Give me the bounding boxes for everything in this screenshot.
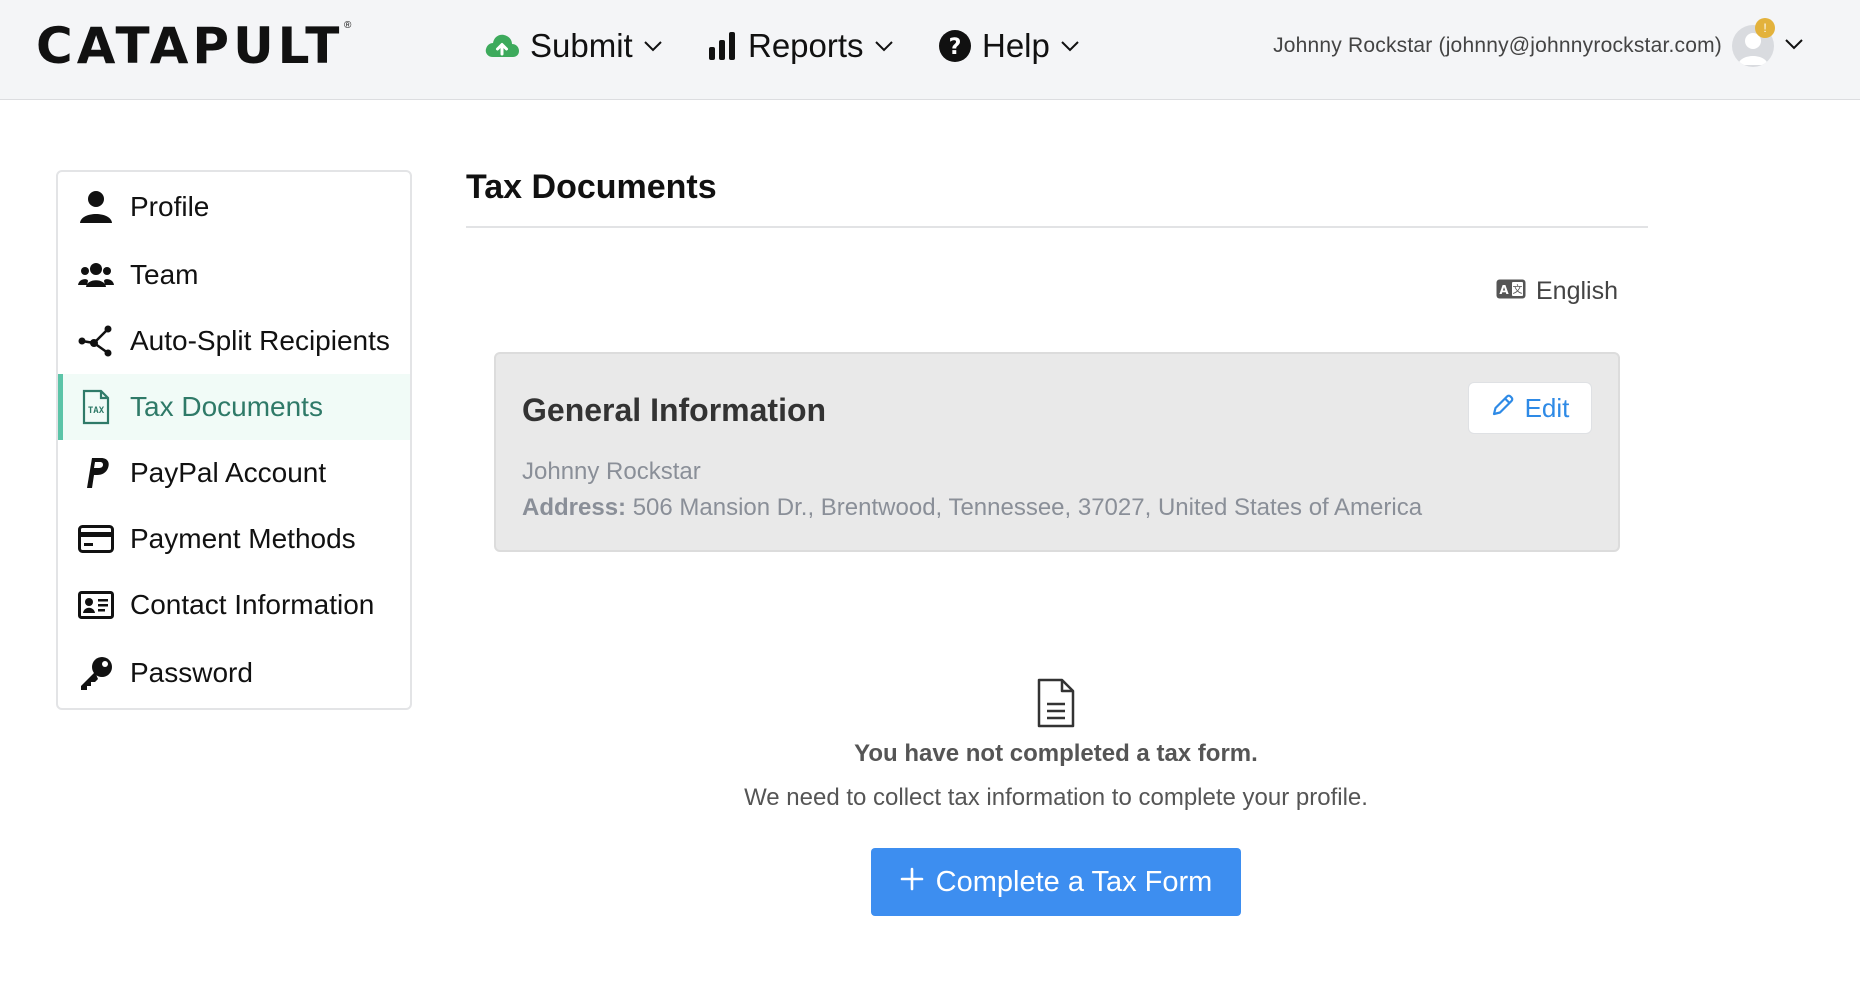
general-information-card: General Information Edit Johnny Rockstar… bbox=[494, 352, 1620, 552]
sidebar-item-label: Contact Information bbox=[130, 589, 375, 620]
sidebar-item-label: Payment Methods bbox=[130, 523, 356, 554]
sidebar-item-label: Tax Documents bbox=[130, 391, 323, 422]
edit-button[interactable]: Edit bbox=[1468, 382, 1592, 434]
pencil-icon bbox=[1491, 393, 1515, 424]
sidebar-item-payment-methods[interactable]: Payment Methods bbox=[58, 506, 410, 572]
chevron-down-icon bbox=[643, 40, 663, 52]
user-name-email: Johnny Rockstar (johnny@johnnyrockstar.c… bbox=[1273, 34, 1722, 57]
sidebar-item-label: PayPal Account bbox=[130, 457, 327, 488]
sidebar-item-contact-information[interactable]: Contact Information bbox=[58, 572, 410, 638]
sidebar-item-paypal-account[interactable]: PayPal Account bbox=[58, 440, 410, 506]
key-icon bbox=[76, 653, 116, 693]
logo-text: CATAPULT bbox=[36, 17, 344, 75]
sidebar-item-label: Password bbox=[130, 657, 253, 688]
document-icon bbox=[1036, 678, 1076, 728]
contact-card-icon bbox=[76, 585, 116, 625]
sidebar-item-auto-split-recipients[interactable]: Auto-Split Recipients bbox=[58, 308, 410, 374]
svg-text:TAX: TAX bbox=[88, 406, 105, 416]
svg-text:A: A bbox=[1499, 283, 1509, 297]
bar-chart-icon bbox=[708, 31, 738, 61]
title-divider bbox=[466, 226, 1648, 228]
edit-button-label: Edit bbox=[1524, 392, 1570, 423]
plus-icon bbox=[900, 866, 924, 899]
logo-registered-mark: ® bbox=[344, 20, 352, 31]
nav-submit[interactable]: Submit bbox=[484, 20, 663, 72]
nav-reports[interactable]: Reports bbox=[708, 20, 894, 72]
chevron-down-icon bbox=[1060, 40, 1080, 52]
address-value: 506 Mansion Dr., Brentwood, Tennessee, 3… bbox=[632, 494, 1423, 521]
catapult-logo[interactable]: CATAPULT ® bbox=[36, 17, 351, 75]
svg-text:?: ? bbox=[949, 35, 962, 60]
language-selector[interactable]: A文 English bbox=[1496, 274, 1618, 308]
sidebar-item-tax-documents[interactable]: TAX Tax Documents bbox=[58, 374, 410, 440]
tax-document-icon: TAX bbox=[76, 387, 116, 427]
question-circle-icon: ? bbox=[938, 29, 972, 63]
empty-state-subtitle: We need to collect tax information to co… bbox=[744, 784, 1368, 811]
sidebar-item-team[interactable]: Team bbox=[58, 242, 410, 308]
paypal-icon bbox=[76, 453, 116, 493]
top-navigation-bar: CATAPULT ® Submit Reports ? Help Johnny … bbox=[0, 0, 1860, 100]
language-icon: A文 bbox=[1496, 277, 1526, 306]
tax-profile-name: Johnny Rockstar bbox=[522, 458, 701, 485]
general-information-title: General Information bbox=[522, 392, 827, 428]
nav-help[interactable]: ? Help bbox=[938, 20, 1080, 72]
notification-badge: ! bbox=[1755, 18, 1775, 38]
cloud-upload-icon bbox=[484, 31, 520, 61]
page-title: Tax Documents bbox=[466, 168, 717, 206]
address-label: Address: bbox=[522, 494, 627, 521]
sidebar-item-password[interactable]: Password bbox=[58, 640, 410, 706]
nav-help-label: Help bbox=[982, 27, 1050, 64]
language-label: English bbox=[1536, 276, 1618, 305]
sidebar-item-label: Auto-Split Recipients bbox=[130, 325, 390, 356]
credit-card-icon bbox=[76, 519, 116, 559]
sidebar-item-label: Profile bbox=[130, 191, 210, 222]
settings-sidebar: Profile Team Auto-Split Recipients TAX T… bbox=[56, 170, 412, 710]
empty-state-title: You have not completed a tax form. bbox=[854, 740, 1258, 767]
chevron-down-icon bbox=[1784, 37, 1804, 55]
split-icon bbox=[76, 321, 116, 361]
team-icon bbox=[76, 255, 116, 295]
chevron-down-icon bbox=[874, 40, 894, 52]
user-menu[interactable]: Johnny Rockstar (johnny@johnnyrockstar.c… bbox=[1273, 22, 1804, 70]
complete-tax-form-label: Complete a Tax Form bbox=[935, 865, 1213, 898]
person-icon bbox=[76, 187, 116, 227]
tax-profile-address: Address: 506 Mansion Dr., Brentwood, Ten… bbox=[522, 494, 1422, 522]
sidebar-item-label: Team bbox=[130, 259, 199, 290]
complete-tax-form-button[interactable]: Complete a Tax Form bbox=[871, 848, 1241, 916]
nav-submit-label: Submit bbox=[530, 27, 633, 64]
svg-text:文: 文 bbox=[1513, 283, 1523, 296]
sidebar-item-profile[interactable]: Profile bbox=[58, 174, 410, 240]
nav-reports-label: Reports bbox=[748, 27, 864, 64]
